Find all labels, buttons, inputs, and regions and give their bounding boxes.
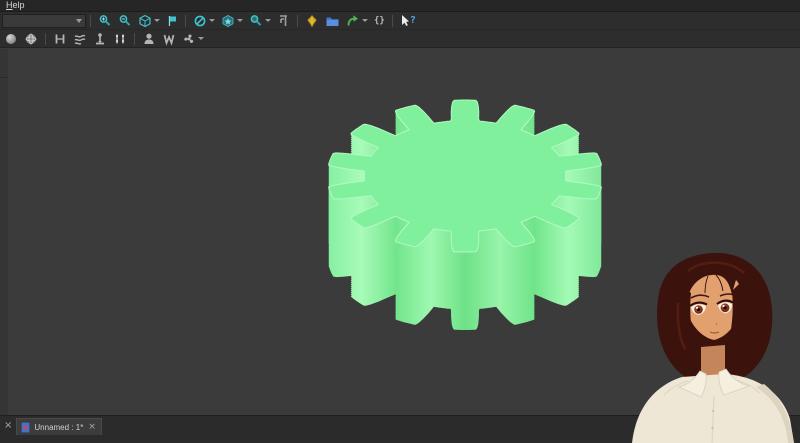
zoom-out-icon xyxy=(118,14,132,28)
chevron-down-icon xyxy=(198,37,204,40)
chevron-down-icon xyxy=(154,19,160,22)
menu-help[interactable]: Help xyxy=(0,0,31,11)
mirror-button[interactable] xyxy=(51,31,69,47)
shaded-sphere-icon xyxy=(4,32,18,46)
preset-combobox[interactable] xyxy=(2,14,86,28)
question-mark-icon: ? xyxy=(410,15,416,26)
script-button[interactable]: {} xyxy=(372,13,387,29)
eye-right-highlight xyxy=(722,305,724,307)
toolbar-primary: {} ? xyxy=(0,12,800,30)
braces-icon: {} xyxy=(374,16,385,26)
magnify-select-button[interactable] xyxy=(247,13,273,29)
caliper-button[interactable] xyxy=(275,13,292,29)
wireframe-sphere-button[interactable] xyxy=(22,31,40,47)
fan-button[interactable] xyxy=(180,31,206,47)
chevron-down-icon xyxy=(265,19,271,22)
zoom-out-button[interactable] xyxy=(116,13,134,29)
chevron-down-icon xyxy=(209,19,215,22)
menu-bar: Help xyxy=(0,0,800,12)
plumb-button[interactable] xyxy=(91,31,109,47)
flag-icon xyxy=(166,14,178,28)
caliper-icon xyxy=(277,14,290,28)
fan-icon xyxy=(182,32,196,46)
joints-button[interactable] xyxy=(111,31,129,47)
panel-close-button[interactable]: × xyxy=(0,416,16,434)
toolbar-separator xyxy=(134,33,135,45)
smooth-button[interactable] xyxy=(71,31,89,47)
magnifier-icon xyxy=(249,14,263,28)
toolbar-separator xyxy=(185,15,186,27)
mirror-icon xyxy=(53,32,67,46)
left-panel-strip xyxy=(0,49,8,415)
cube-icon xyxy=(138,14,152,28)
shaded-sphere-button[interactable] xyxy=(2,31,20,47)
zoom-in-icon xyxy=(98,14,112,28)
tab-close-button[interactable]: × xyxy=(87,419,97,435)
toolbar-separator xyxy=(90,15,91,27)
skeleton-icon xyxy=(162,32,176,46)
smooth-waves-icon xyxy=(73,32,87,46)
export-button[interactable] xyxy=(344,13,370,29)
textured-cube-button[interactable] xyxy=(219,13,245,29)
open-folder-button[interactable] xyxy=(323,13,342,29)
disable-button[interactable] xyxy=(191,13,217,29)
plumb-icon xyxy=(93,32,107,46)
document-icon xyxy=(21,422,30,433)
material-button[interactable] xyxy=(303,13,321,29)
view-cube-button[interactable] xyxy=(136,13,162,29)
bust-button[interactable] xyxy=(140,31,158,47)
folder-icon xyxy=(325,14,340,28)
button xyxy=(711,427,713,429)
wireframe-sphere-icon xyxy=(24,32,38,46)
document-tab-title: Unnamed : 1* xyxy=(34,423,83,432)
context-help-button[interactable]: ? xyxy=(398,13,418,29)
document-tab[interactable]: Unnamed : 1* × xyxy=(16,418,101,435)
skeleton-button[interactable] xyxy=(160,31,178,47)
button xyxy=(712,410,714,412)
toolbar-separator xyxy=(297,15,298,27)
joints-icon xyxy=(113,32,127,46)
toolbar-separator xyxy=(45,33,46,45)
toolbar-separator xyxy=(392,15,393,27)
chevron-down-icon xyxy=(362,19,368,22)
toolbar-secondary xyxy=(0,30,800,48)
export-icon xyxy=(346,14,360,28)
eye-left-highlight xyxy=(696,307,698,309)
mascot-character xyxy=(628,243,800,443)
disable-icon xyxy=(193,14,207,28)
application-window: Help {} ? xyxy=(0,0,800,443)
panel-divider xyxy=(0,77,8,78)
bust-icon xyxy=(142,32,156,46)
gem-icon xyxy=(305,14,319,28)
textured-cube-icon xyxy=(221,14,235,28)
chevron-down-icon xyxy=(76,19,82,23)
chevron-down-icon xyxy=(237,19,243,22)
zoom-in-button[interactable] xyxy=(96,13,114,29)
context-help-icon xyxy=(400,14,410,28)
flag-button[interactable] xyxy=(164,13,180,29)
